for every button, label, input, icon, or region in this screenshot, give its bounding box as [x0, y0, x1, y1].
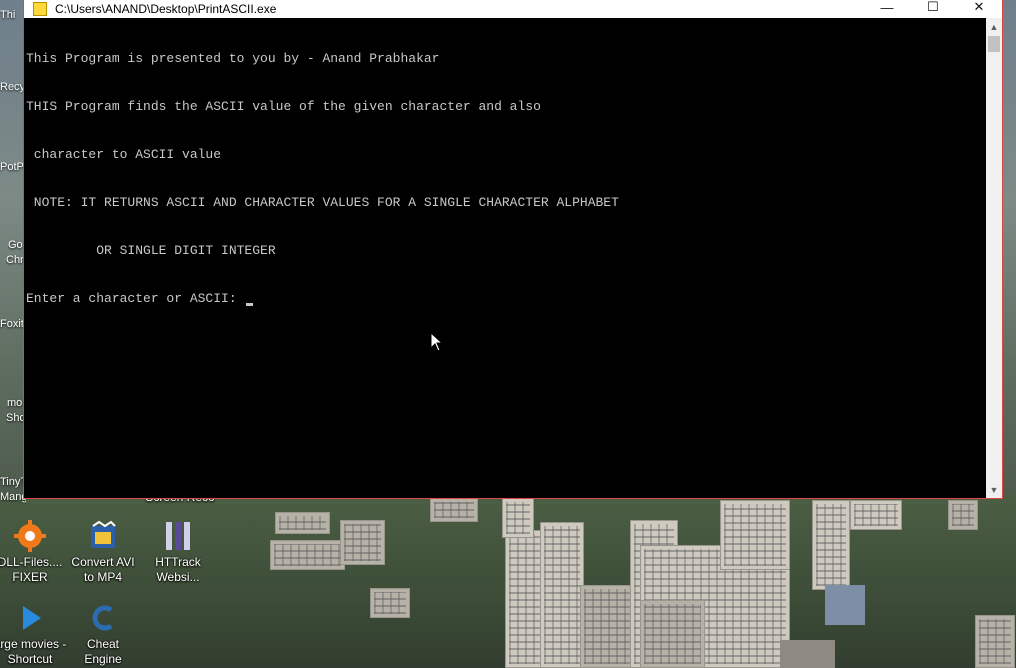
desktop-icon-label: Cheat Engine [84, 637, 122, 666]
console-line: This Program is presented to you by - An… [26, 51, 440, 66]
film-icon [91, 520, 116, 548]
text-cursor [246, 303, 254, 306]
window-controls: — ☐ ✕ [864, 0, 1002, 18]
desktop-icon-httrack[interactable]: HTTrack Websi... [142, 520, 214, 585]
maximize-button[interactable]: ☐ [910, 0, 956, 18]
mouse-pointer-icon [430, 332, 444, 352]
console-line: character to ASCII value [26, 147, 222, 162]
play-icon [23, 606, 41, 630]
console-window[interactable]: C:\Users\ANAND\Desktop\PrintASCII.exe — … [23, 0, 1003, 499]
desktop-icon-label: HTTrack Websi... [155, 555, 201, 584]
desktop-icon-large-movies-shortcut[interactable]: arge movies - Shortcut [0, 602, 70, 667]
console-line: NOTE: IT RETURNS ASCII AND CHARACTER VAL… [26, 195, 619, 210]
desktop-icon-convert-avi-to-mp4[interactable]: Convert AVI to MP4 [67, 520, 139, 585]
desktop-icon-label: arge movies - Shortcut [0, 637, 67, 666]
vertical-scrollbar[interactable]: ▲ ▼ [986, 18, 1002, 498]
console-prompt-line[interactable]: Enter a character or ASCII: [26, 291, 985, 307]
httrack-icon [166, 522, 190, 550]
desktop-icon-label: Convert AVI to MP4 [71, 555, 135, 584]
minimize-button[interactable]: — [864, 0, 910, 18]
scroll-down-arrow-icon[interactable]: ▼ [986, 481, 1002, 498]
window-title: C:\Users\ANAND\Desktop\PrintASCII.exe [55, 1, 277, 16]
window-titlebar[interactable]: C:\Users\ANAND\Desktop\PrintASCII.exe — … [24, 0, 1002, 18]
cheat-engine-icon [92, 605, 113, 631]
console-prompt: Enter a character or ASCII: [26, 291, 245, 306]
desktop-icon-dll-files-fixer[interactable]: DLL-Files.... FIXER [0, 520, 66, 585]
desktop-icon-cheat-engine[interactable]: Cheat Engine [67, 602, 139, 667]
desktop-icon-this-pc-label[interactable]: Thi [0, 8, 23, 22]
console-line: THIS Program finds the ASCII value of th… [26, 99, 541, 114]
close-button[interactable]: ✕ [956, 0, 1002, 18]
scrollbar-thumb[interactable] [988, 36, 1000, 52]
app-icon [33, 1, 47, 16]
console-output[interactable]: This Program is presented to you by - An… [26, 19, 985, 498]
scroll-up-arrow-icon[interactable]: ▲ [986, 18, 1002, 35]
console-line: OR SINGLE DIGIT INTEGER [26, 243, 276, 258]
desktop-icon-label: DLL-Files.... FIXER [0, 555, 63, 584]
gear-icon [14, 520, 46, 552]
